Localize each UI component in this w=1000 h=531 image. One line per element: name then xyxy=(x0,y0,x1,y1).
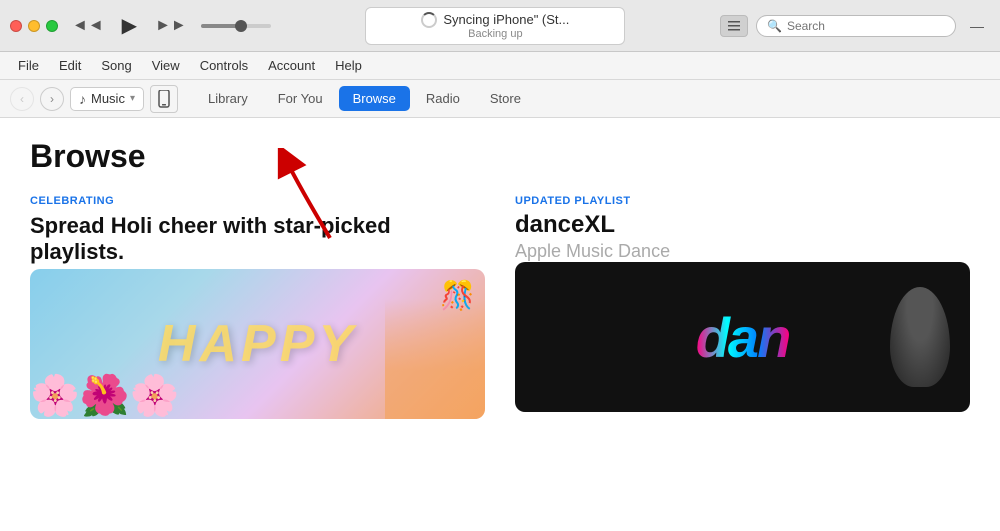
menu-account[interactable]: Account xyxy=(260,56,323,75)
list-icon xyxy=(727,19,741,33)
window-minimize-button[interactable]: — xyxy=(964,16,990,36)
sync-spinner xyxy=(421,12,437,28)
list-view-button[interactable] xyxy=(720,15,748,37)
syncing-device: iPhone" (St... xyxy=(493,12,569,27)
dance-card-text: dan xyxy=(696,305,790,370)
forward-button[interactable]: › xyxy=(40,87,64,111)
window-controls xyxy=(10,20,58,32)
menu-edit[interactable]: Edit xyxy=(51,56,89,75)
volume-slider[interactable] xyxy=(201,24,271,28)
fast-forward-button[interactable]: ►► xyxy=(151,15,191,37)
playlist-title: danceXL xyxy=(515,211,970,239)
syncing-label: Syncing iPhone" (St... xyxy=(443,12,569,27)
syncing-box: Syncing iPhone" (St... Backing up xyxy=(365,7,625,45)
menu-help[interactable]: Help xyxy=(327,56,370,75)
menu-view[interactable]: View xyxy=(144,56,188,75)
nav-bar: ‹ › ♪ Music ▾ Library For You Browse Rad… xyxy=(0,80,1000,118)
title-right: 🔍 — xyxy=(720,15,990,37)
tab-browse[interactable]: Browse xyxy=(339,86,410,111)
holi-card[interactable]: HAPPY 🌸 🌺 🌸 🎊 xyxy=(30,269,485,419)
rewind-button[interactable]: ◄◄ xyxy=(68,15,108,37)
device-button[interactable] xyxy=(150,85,178,113)
tab-store[interactable]: Store xyxy=(476,86,535,111)
music-note-icon: ♪ xyxy=(79,91,86,107)
category-label: CELEBRATING xyxy=(30,195,485,207)
flower-blue: 🌸 xyxy=(30,372,80,419)
play-button[interactable]: ▶ xyxy=(118,11,141,40)
content-grid: CELEBRATING Spread Holi cheer with star-… xyxy=(30,195,970,511)
menu-bar: File Edit Song View Controls Account Hel… xyxy=(0,52,1000,80)
search-icon: 🔍 xyxy=(767,19,782,33)
back-button[interactable]: ‹ xyxy=(10,87,34,111)
transport-controls: ◄◄ ▶ ►► xyxy=(68,11,271,40)
holi-card-text: HAPPY xyxy=(158,314,357,374)
syncing-prefix: Syncing xyxy=(443,12,493,27)
search-input[interactable] xyxy=(787,19,945,33)
volume-thumb xyxy=(235,20,247,32)
holi-flowers: 🌸 🌺 🌸 xyxy=(30,372,179,419)
source-label: Music xyxy=(91,91,125,106)
syncing-area: Syncing iPhone" (St... Backing up xyxy=(281,7,710,45)
source-selector[interactable]: ♪ Music ▾ xyxy=(70,87,144,111)
tab-radio[interactable]: Radio xyxy=(412,86,474,111)
menu-song[interactable]: Song xyxy=(93,56,139,75)
menu-controls[interactable]: Controls xyxy=(192,56,256,75)
tab-library[interactable]: Library xyxy=(194,86,262,111)
syncing-status: Backing up xyxy=(468,28,522,40)
nav-tabs: Library For You Browse Radio Store xyxy=(194,86,535,111)
orange-flower xyxy=(385,299,485,419)
title-bar: ◄◄ ▶ ►► Syncing iPhone" (St... Backing u… xyxy=(0,0,1000,52)
flower-pink: 🌺 xyxy=(80,372,130,419)
content-title: Spread Holi cheer with star-picked playl… xyxy=(30,213,485,265)
page-title: Browse xyxy=(30,138,970,175)
flower-purple: 🌸 xyxy=(130,372,180,419)
tab-for-you[interactable]: For You xyxy=(264,86,337,111)
dance-card[interactable]: dan xyxy=(515,262,970,412)
playlist-label: UPDATED PLAYLIST xyxy=(515,195,970,207)
search-box[interactable]: 🔍 xyxy=(756,15,956,37)
content-right: UPDATED PLAYLIST danceXL Apple Music Dan… xyxy=(515,195,970,511)
menu-file[interactable]: File xyxy=(10,56,47,75)
dance-person-silhouette xyxy=(890,287,950,387)
content-left: CELEBRATING Spread Holi cheer with star-… xyxy=(30,195,485,511)
close-button[interactable] xyxy=(10,20,22,32)
playlist-subtitle: Apple Music Dance xyxy=(515,241,970,262)
minimize-button[interactable] xyxy=(28,20,40,32)
maximize-button[interactable] xyxy=(46,20,58,32)
main-content: Browse CELEBRATING Spread Holi cheer wit… xyxy=(0,118,1000,531)
device-icon xyxy=(157,90,171,108)
chevron-down-icon: ▾ xyxy=(130,93,135,104)
